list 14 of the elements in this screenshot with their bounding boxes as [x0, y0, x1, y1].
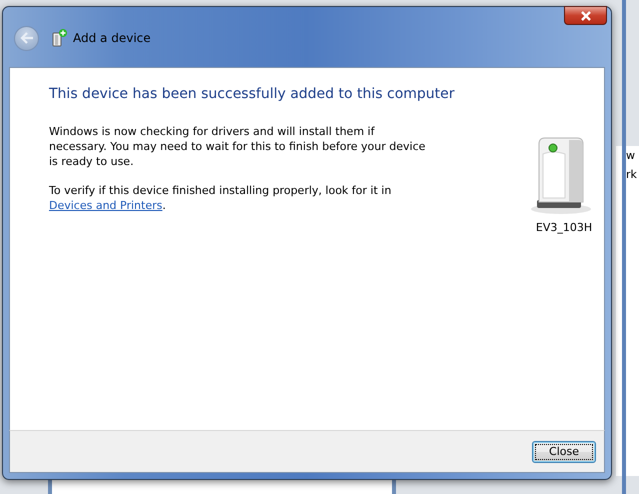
document-text: rk: [626, 167, 638, 183]
document-text: w: [626, 148, 636, 164]
window-title: Add a device: [73, 31, 151, 45]
devices-and-printers-link[interactable]: Devices and Printers: [49, 199, 162, 212]
verify-text: To verify if this device finished installing properly, look for it in Devices and Printers.: [49, 183, 392, 213]
heading: This device has been successfully added to this computer: [49, 86, 456, 102]
close-dialog-button[interactable]: Close: [532, 440, 596, 462]
close-icon: [580, 10, 592, 20]
back-button[interactable]: [14, 26, 39, 50]
description-text: Windows is now checking for drivers and will install them if necessary. You may need to wait for this to finish before your device is ready to use.: [49, 124, 426, 169]
back-arrow-icon: [20, 32, 34, 44]
close-button[interactable]: [564, 6, 607, 25]
device-add-icon: [51, 29, 67, 47]
device-name: EV3_103H: [536, 221, 592, 234]
